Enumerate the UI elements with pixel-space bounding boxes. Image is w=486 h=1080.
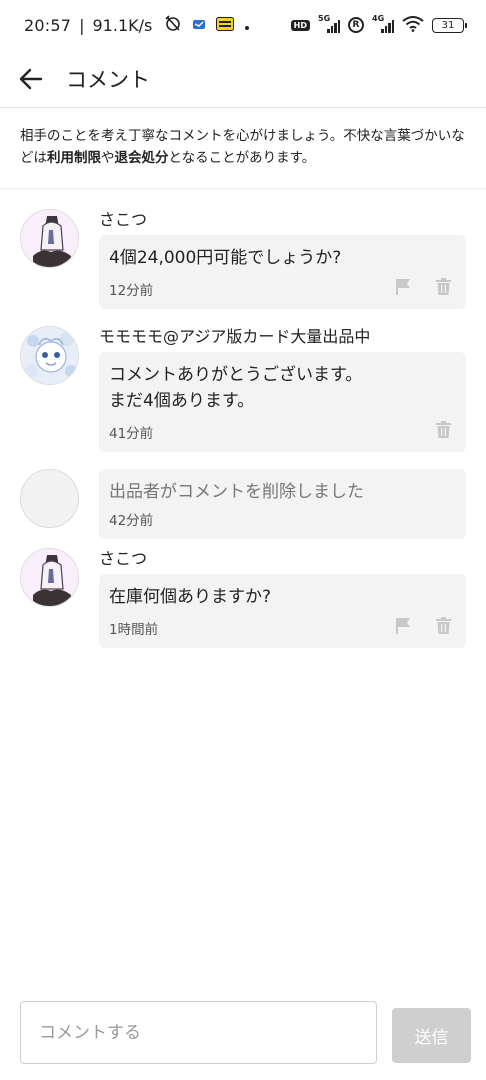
- report-flag-icon[interactable]: [394, 616, 412, 634]
- deleted-comment-text: 出品者がコメントを削除しました: [109, 482, 364, 502]
- status-separator: |: [79, 15, 85, 35]
- avatar-placeholder: [20, 469, 79, 528]
- app-notification-icon: [192, 16, 206, 35]
- commenter-name: さこつ: [99, 549, 148, 568]
- notice-text-2: や: [101, 150, 115, 166]
- wifi-icon: [402, 15, 424, 35]
- card-character-avatar-image: [21, 327, 78, 384]
- anime-character-avatar-image: [21, 210, 78, 267]
- alarm-off-icon: [164, 14, 182, 36]
- signal-5g-icon: 5G: [318, 14, 340, 33]
- app-badge-icon: [216, 16, 235, 35]
- comment-time: 42分前: [109, 513, 154, 529]
- comment-time: 41分前: [109, 426, 154, 442]
- send-button[interactable]: 送信: [392, 1008, 471, 1063]
- avatar[interactable]: [20, 209, 79, 268]
- comment-text: コメントありがとうございます。 まだ4個あります。: [109, 365, 363, 411]
- battery-level: 31: [441, 19, 455, 31]
- comment-bubble: 在庫何個ありますか? 1時間前: [99, 574, 466, 648]
- delete-trash-icon[interactable]: [434, 277, 452, 295]
- comment-compose-bar: 送信: [0, 985, 486, 1080]
- comment-item: さこつ 4個24,000円可能でしょうか? 12分前: [20, 209, 466, 309]
- page-title: コメント: [66, 67, 150, 92]
- more-notifications-dot-icon: [244, 16, 250, 35]
- app-header: コメント: [0, 50, 486, 108]
- comment-guideline-notice: 相手のことを考え丁寧なコメントを心がけましょう。不快な言葉づかいなどは利用制限や…: [0, 109, 486, 189]
- comment-text: 4個24,000円可能でしょうか?: [109, 248, 342, 268]
- comment-bubble: 4個24,000円可能でしょうか? 12分前: [99, 235, 466, 309]
- signal-4g-icon: 4G: [372, 14, 394, 33]
- comment-bubble: コメントありがとうございます。 まだ4個あります。 41分前: [99, 352, 466, 452]
- comment-bubble: 出品者がコメントを削除しました 42分前: [99, 469, 466, 539]
- commenter-name: さこつ: [99, 210, 148, 229]
- commenter-name: モモモモ@アジア版カード大量出品中: [99, 327, 371, 346]
- notice-bold-account-suspension: 退会処分: [114, 150, 169, 166]
- delete-trash-icon[interactable]: [434, 616, 452, 634]
- comment-item: モモモモ@アジア版カード大量出品中 コメントありがとうございます。 まだ4個あり…: [20, 326, 466, 452]
- comment-item-deleted: 出品者がコメントを削除しました 42分前: [20, 469, 466, 539]
- delete-trash-icon[interactable]: [434, 420, 452, 438]
- hd-voice-icon: HD: [290, 19, 310, 31]
- avatar[interactable]: [20, 548, 79, 607]
- back-button[interactable]: [16, 64, 46, 94]
- arrow-left-icon: [19, 68, 43, 89]
- comment-input[interactable]: [20, 1001, 377, 1064]
- report-flag-icon[interactable]: [394, 277, 412, 295]
- roaming-icon: R: [348, 17, 364, 33]
- battery-icon: 31: [432, 17, 467, 33]
- avatar[interactable]: [20, 326, 79, 385]
- notice-bold-usage-restriction: 利用制限: [47, 150, 101, 166]
- notice-text-3: となることがあります。: [168, 150, 316, 166]
- network-speed: 91.1K/s: [92, 15, 153, 35]
- comment-text: 在庫何個ありますか?: [109, 587, 272, 607]
- status-bar: 20:57 | 91.1K/s HD 5G R 4G 31: [0, 0, 486, 50]
- status-time: 20:57: [24, 15, 72, 35]
- anime-character-avatar-image: [21, 549, 78, 606]
- comment-item: さこつ 在庫何個ありますか? 1時間前: [20, 548, 466, 648]
